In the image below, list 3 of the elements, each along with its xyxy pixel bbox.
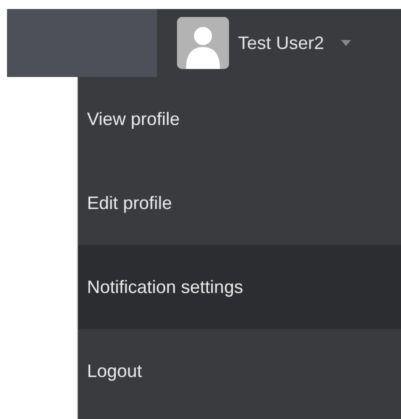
menu-item[interactable]: Notification settings xyxy=(78,245,401,329)
avatar-icon xyxy=(177,17,229,69)
caret-icon xyxy=(341,40,352,46)
